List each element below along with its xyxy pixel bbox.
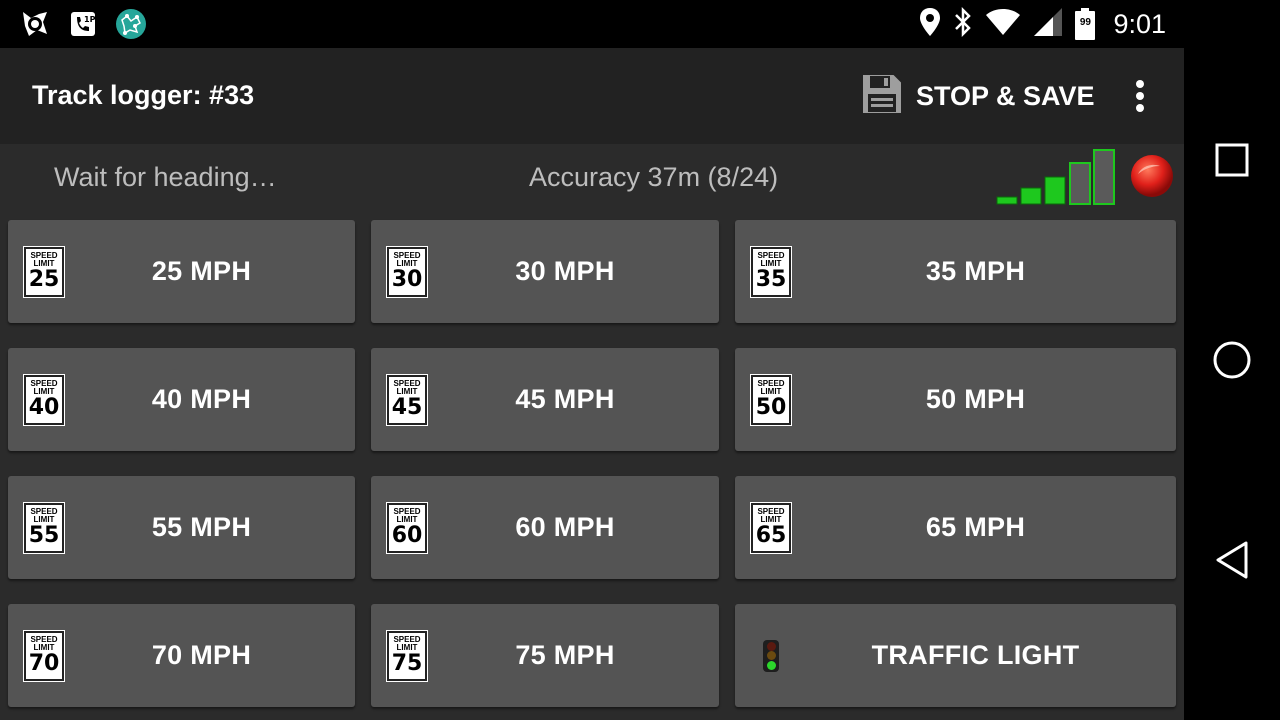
button-label: 75 MPH bbox=[515, 640, 615, 670]
clock: 9:01 bbox=[1113, 8, 1166, 39]
accuracy-status: Accuracy 37m (8/24) bbox=[529, 162, 779, 192]
status-bar: 1P 99 9:01 bbox=[0, 0, 1184, 48]
speed-55-button[interactable]: SPEED LIMIT 55 55 MPH bbox=[8, 476, 355, 579]
battery-icon: 99 bbox=[1075, 8, 1096, 40]
globe-app-icon bbox=[114, 8, 148, 40]
button-label: 70 MPH bbox=[151, 640, 252, 670]
home-circle-icon[interactable] bbox=[1208, 336, 1256, 384]
button-label: 60 MPH bbox=[515, 512, 615, 542]
gps-status-row: Wait for heading… Accuracy 37m (8/24) bbox=[0, 144, 1184, 214]
more-vert-icon[interactable] bbox=[1124, 74, 1156, 118]
app-window: Track logger: #33 STOP & SAVE Wait for h… bbox=[0, 48, 1184, 720]
button-label: 55 MPH bbox=[151, 512, 252, 542]
speed-25-button[interactable]: SPEED LIMIT 25 25 MPH bbox=[8, 220, 355, 323]
speed-45-button[interactable]: SPEED LIMIT 45 45 MPH bbox=[371, 348, 719, 451]
gps-signal-bars-icon bbox=[996, 148, 1118, 206]
button-label: 40 MPH bbox=[151, 384, 252, 414]
traffic-light-button[interactable]: TRAFFIC LIGHT bbox=[735, 604, 1176, 707]
speed-50-button[interactable]: SPEED LIMIT 50 50 MPH bbox=[735, 348, 1176, 451]
bluetooth-icon bbox=[953, 6, 973, 42]
notification-icons: 1P bbox=[18, 8, 148, 40]
location-icon bbox=[919, 7, 941, 42]
back-triangle-icon[interactable] bbox=[1208, 536, 1256, 584]
speed-30-button[interactable]: SPEED LIMIT 30 30 MPH bbox=[371, 220, 719, 323]
button-label: 65 MPH bbox=[925, 512, 1026, 542]
cell-signal-icon bbox=[1033, 7, 1063, 42]
heading-status: Wait for heading… bbox=[54, 162, 277, 192]
speed-40-button[interactable]: SPEED LIMIT 40 40 MPH bbox=[8, 348, 355, 451]
speed-70-button[interactable]: SPEED LIMIT 70 70 MPH bbox=[8, 604, 355, 707]
speed-65-button[interactable]: SPEED LIMIT 65 65 MPH bbox=[735, 476, 1176, 579]
speed-75-button[interactable]: SPEED LIMIT 75 75 MPH bbox=[371, 604, 719, 707]
button-label: 50 MPH bbox=[925, 384, 1026, 414]
wifi-icon bbox=[985, 8, 1021, 41]
toolbar: Track logger: #33 STOP & SAVE bbox=[0, 48, 1184, 144]
recents-square-icon[interactable] bbox=[1208, 136, 1256, 184]
voicemail-icon: 1P bbox=[66, 8, 100, 40]
speed-35-button[interactable]: SPEED LIMIT 35 35 MPH bbox=[735, 220, 1176, 323]
button-label: 45 MPH bbox=[515, 384, 615, 414]
wolf-app-icon bbox=[18, 8, 52, 40]
system-icons: 99 9:01 bbox=[919, 6, 1166, 42]
battery-level: 99 bbox=[1079, 17, 1091, 28]
speed-60-button[interactable]: SPEED LIMIT 60 60 MPH bbox=[371, 476, 719, 579]
button-label: 30 MPH bbox=[515, 256, 615, 286]
stop-save-label: STOP & SAVE bbox=[916, 80, 1095, 111]
recording-indicator-icon bbox=[1130, 154, 1174, 198]
floppy-disk-icon bbox=[858, 70, 906, 123]
button-label: TRAFFIC LIGHT bbox=[871, 640, 1080, 670]
button-label: 35 MPH bbox=[925, 256, 1026, 286]
button-label: 25 MPH bbox=[151, 256, 252, 286]
svg-text:1P: 1P bbox=[84, 15, 96, 24]
stop-save-button[interactable]: STOP & SAVE bbox=[858, 70, 1095, 122]
navigation-bar bbox=[1184, 0, 1280, 720]
page-title: Track logger: #33 bbox=[32, 80, 255, 110]
